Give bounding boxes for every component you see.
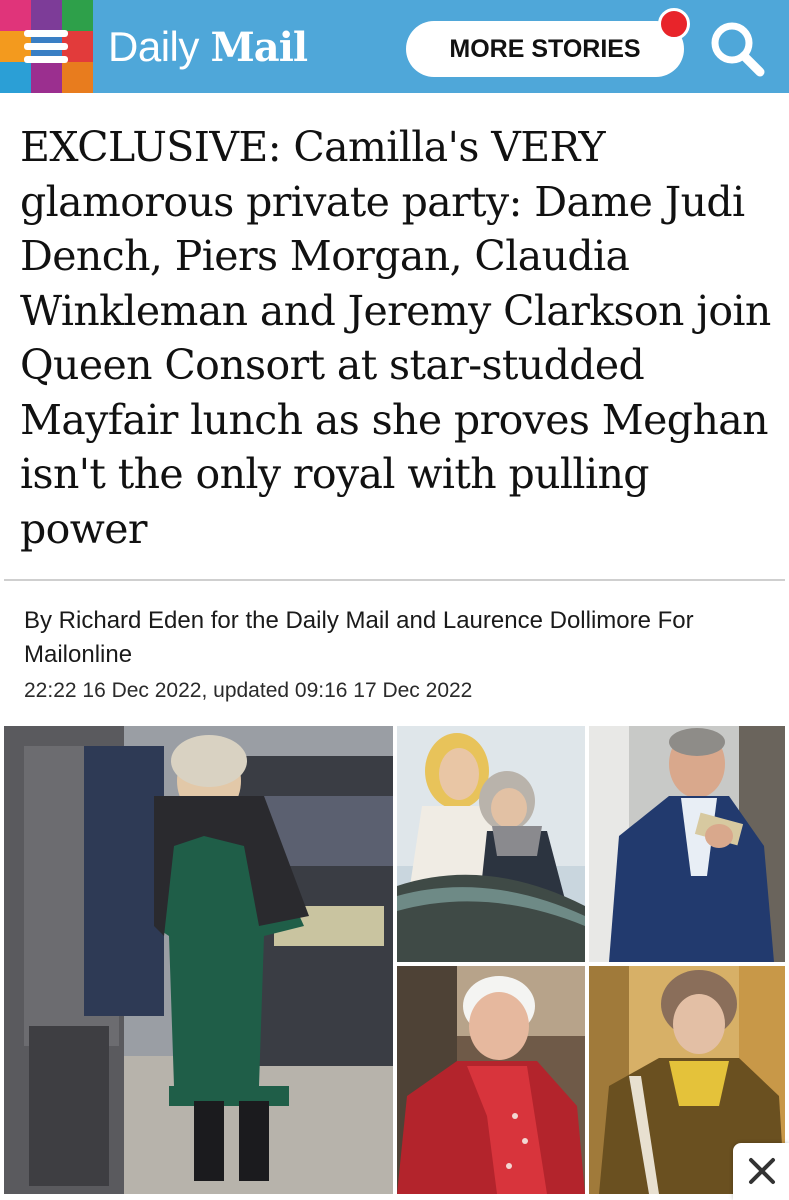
logo-daily: Daily bbox=[108, 23, 199, 70]
photo-tess-daly-image bbox=[397, 726, 585, 962]
hamburger-menu-icon bbox=[24, 30, 68, 64]
close-ad-button[interactable] bbox=[733, 1143, 789, 1200]
photo-tess-daly[interactable] bbox=[397, 726, 585, 962]
article-byline: By Richard Eden for the Daily Mail and L… bbox=[24, 607, 694, 668]
more-stories-button[interactable]: MORE STORIES bbox=[406, 21, 684, 77]
menu-button[interactable] bbox=[0, 0, 93, 93]
article-dateline: 22:22 16 Dec 2022, updated 09:16 17 Dec … bbox=[24, 679, 473, 702]
photo-piers-morgan-image bbox=[589, 726, 785, 962]
photo-camilla[interactable] bbox=[4, 726, 393, 1194]
logo-mail: Mail bbox=[210, 24, 309, 71]
article-headline: EXCLUSIVE: Camilla's VERY glamorous priv… bbox=[20, 123, 771, 553]
search-button[interactable] bbox=[708, 18, 768, 80]
photo-camilla-image bbox=[4, 726, 393, 1194]
photo-judi-dench[interactable] bbox=[397, 966, 585, 1194]
photo-piers-morgan[interactable] bbox=[589, 726, 785, 962]
notification-dot bbox=[658, 8, 690, 40]
daily-mail-logo[interactable]: Daily Mail bbox=[108, 22, 309, 73]
site-header: Daily Mail MORE STORIES bbox=[0, 0, 789, 93]
search-icon bbox=[711, 22, 765, 77]
photo-judi-dench-image bbox=[397, 966, 585, 1194]
divider bbox=[4, 579, 785, 581]
close-icon bbox=[749, 1158, 775, 1184]
